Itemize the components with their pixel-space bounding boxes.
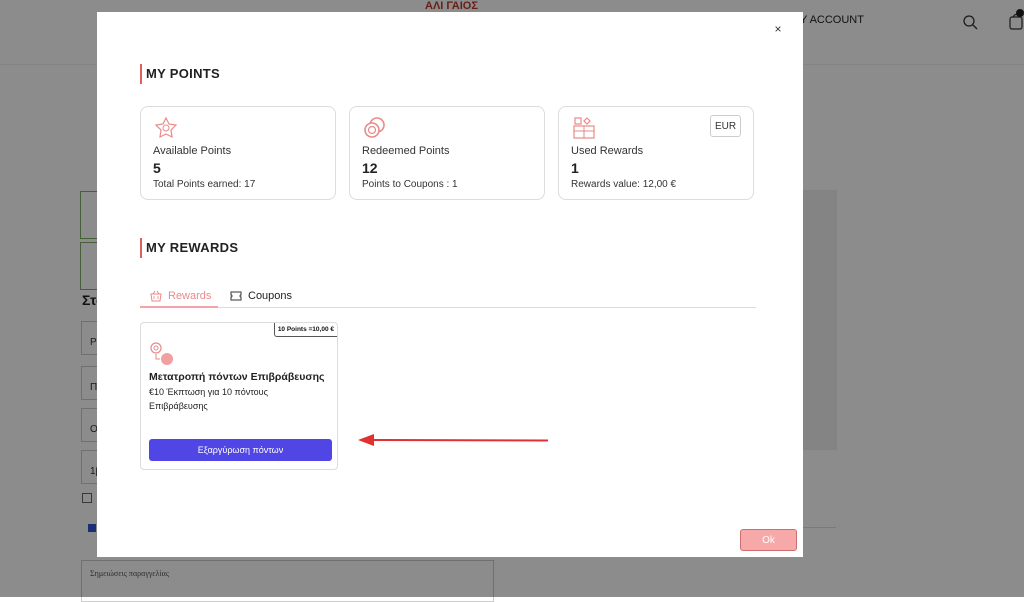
tab-rewards-label: Rewards — [168, 290, 212, 302]
ok-button[interactable]: Ok — [740, 529, 797, 551]
conversion-icon — [150, 342, 173, 365]
gift-icon — [573, 117, 595, 139]
coins-icon — [364, 117, 385, 138]
stat-label: Redeemed Points — [362, 145, 450, 157]
reward-description: €10 Έκπτωση για 10 πόντους Επιβράβευσης — [149, 387, 268, 411]
currency-selector[interactable]: EUR — [710, 115, 741, 137]
annotation-arrow-icon — [358, 434, 549, 446]
tab-coupons[interactable]: Coupons — [230, 284, 292, 308]
stat-value: 12 — [362, 160, 378, 176]
ticket-icon — [230, 291, 242, 301]
stat-value: 1 — [571, 160, 579, 176]
close-button[interactable]: × — [771, 22, 785, 36]
reward-card: 10 Points =10,00 € Μετατροπή πόντων Επιβ… — [140, 322, 338, 470]
stat-sub: Total Points earned: 17 — [153, 179, 256, 190]
points-modal: × MY POINTS Available Points 5 Total Poi… — [97, 12, 803, 557]
points-icon — [154, 116, 178, 139]
stat-label: Available Points — [153, 145, 232, 157]
available-points-card: Available Points 5 Total Points earned: … — [140, 106, 336, 200]
tab-rewards[interactable]: Rewards — [150, 284, 211, 308]
my-points-title: MY POINTS — [140, 64, 220, 84]
stat-label: Used Rewards — [571, 145, 644, 157]
reward-title: Μετατροπή πόντων Επιβράβευσης — [149, 371, 325, 383]
active-tab-indicator — [140, 306, 218, 308]
tab-coupons-label: Coupons — [248, 290, 293, 302]
stat-sub: Rewards value: 12,00 € — [571, 179, 677, 190]
reward-points-badge: 10 Points =10,00 € — [273, 323, 337, 337]
my-rewards-title: MY REWARDS — [140, 238, 238, 258]
redeemed-points-card: Redeemed Points 12 Points to Coupons : 1 — [349, 106, 545, 200]
used-rewards-card: EUR Used Rewards 1 Rewards value: 12,00 … — [558, 106, 754, 200]
stat-value: 5 — [153, 160, 161, 176]
stat-sub: Points to Coupons : 1 — [362, 179, 458, 190]
basket-icon — [150, 290, 162, 302]
redeem-points-button[interactable]: Εξαργύρωση πόντων — [149, 439, 332, 461]
